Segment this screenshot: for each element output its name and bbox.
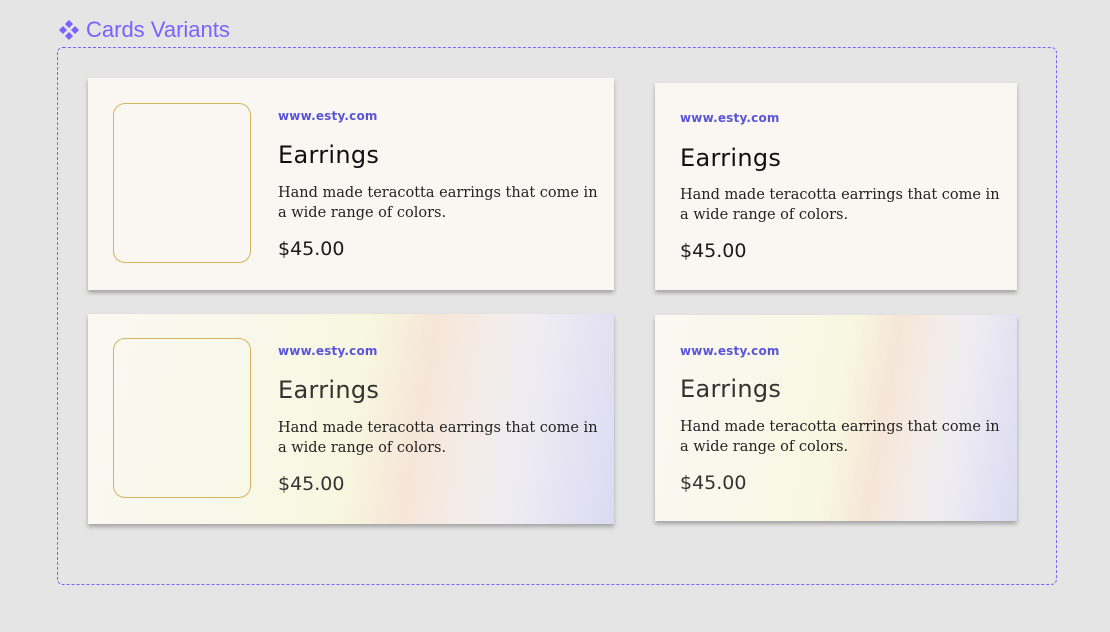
card-title: Earrings <box>278 376 380 404</box>
component-icon <box>58 19 80 41</box>
card-description: Hand made teracotta earrings that come i… <box>680 419 1000 455</box>
card-url[interactable]: www.esty.com <box>278 344 378 358</box>
card-url[interactable]: www.esty.com <box>278 109 378 123</box>
frame-label[interactable]: Cards Variants <box>58 16 230 44</box>
card-price: $45.00 <box>680 240 747 262</box>
card-title: Earrings <box>680 375 782 403</box>
card-plain-with-image[interactable]: www.esty.com Earrings Hand made teracott… <box>88 78 614 290</box>
card-plain-text-only[interactable]: www.esty.com Earrings Hand made teracott… <box>655 83 1017 290</box>
card-image-placeholder <box>113 103 251 263</box>
card-gradient-with-image[interactable]: www.esty.com Earrings Hand made teracott… <box>88 314 614 524</box>
card-description: Hand made teracotta earrings that come i… <box>278 185 598 221</box>
card-gradient-text-only[interactable]: www.esty.com Earrings Hand made teracott… <box>655 315 1017 521</box>
card-title: Earrings <box>680 144 782 172</box>
card-price: $45.00 <box>278 238 345 260</box>
card-url[interactable]: www.esty.com <box>680 111 780 125</box>
card-title: Earrings <box>278 141 380 169</box>
card-image-placeholder <box>113 338 251 498</box>
card-price: $45.00 <box>278 473 345 495</box>
card-price: $45.00 <box>680 472 747 494</box>
frame-label-text: Cards Variants <box>86 17 230 42</box>
card-description: Hand made teracotta earrings that come i… <box>680 187 1000 223</box>
card-description: Hand made teracotta earrings that come i… <box>278 420 598 456</box>
card-url[interactable]: www.esty.com <box>680 344 780 358</box>
